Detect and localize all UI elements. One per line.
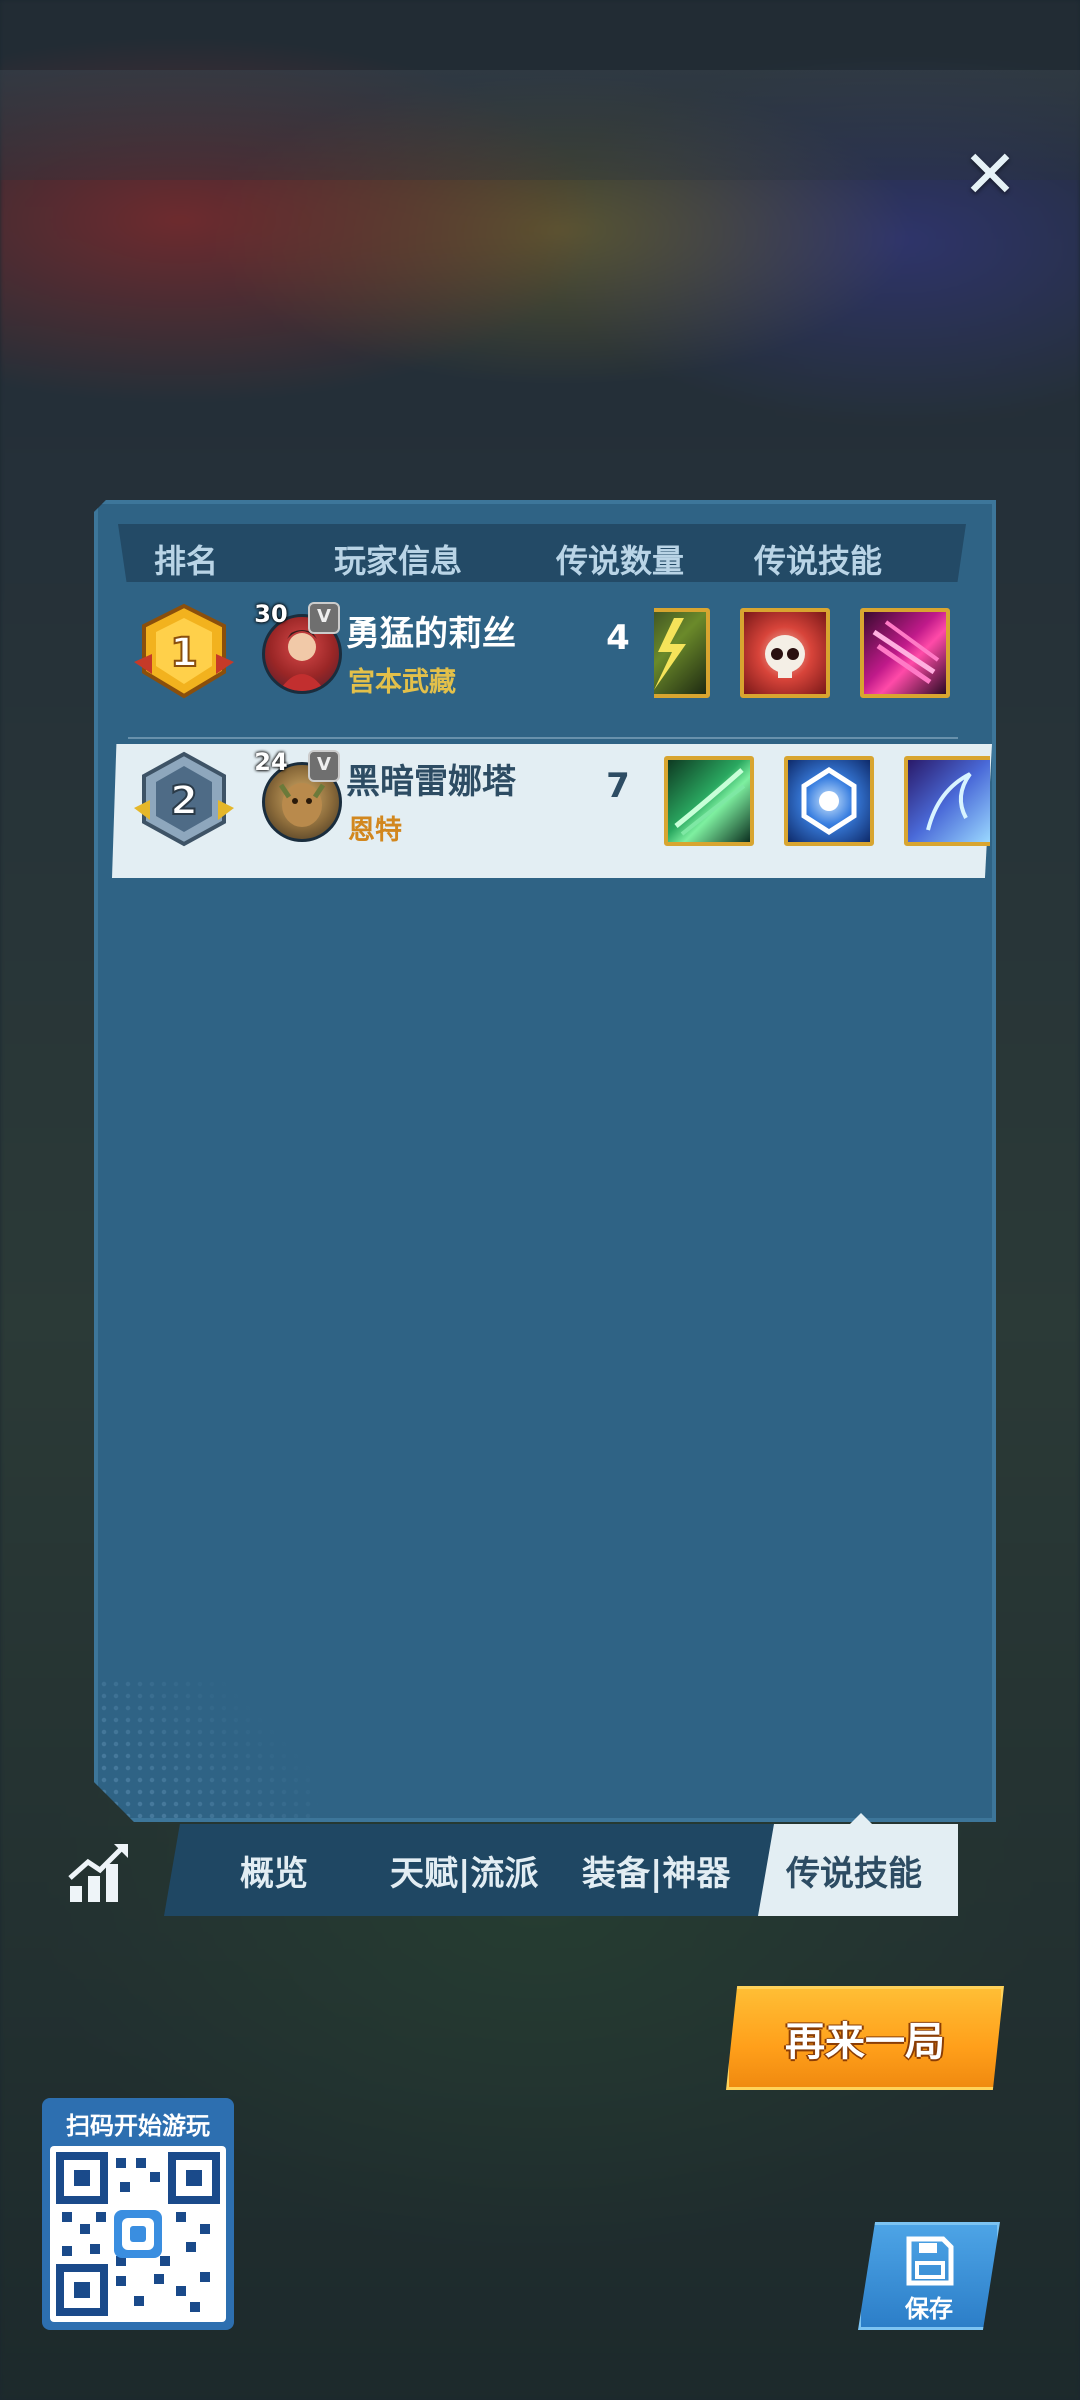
legend-count: 7 [606, 766, 630, 806]
shield-skill-icon[interactable] [784, 756, 874, 846]
tab-talent-school[interactable]: 天赋|流派 [390, 1846, 538, 1895]
play-again-button[interactable]: 再来一局 [726, 1986, 1004, 2090]
player-name: 黑暗雷娜塔 [346, 762, 516, 802]
blurred-top-bar [0, 70, 1080, 180]
save-button[interactable]: 保存 [858, 2222, 1000, 2330]
rank-number: 1 [170, 630, 198, 676]
ice-dragon-skill-icon[interactable] [904, 756, 990, 846]
tab-bar: 概览 天赋|流派 装备|神器 传说技能 [164, 1824, 958, 1916]
tab-overview[interactable]: 概览 [240, 1846, 308, 1895]
legend-skill-list [654, 756, 990, 856]
row-divider [128, 737, 958, 739]
qr-title: 扫码开始游玩 [66, 2112, 210, 2140]
header-legend-count: 传说数量 [556, 542, 685, 580]
tab-equipment-artifact[interactable]: 装备|神器 [582, 1846, 730, 1895]
tab-legend-skills[interactable]: 传说技能 [786, 1846, 922, 1895]
legend-count: 4 [606, 618, 630, 658]
vip-badge: V [308, 602, 340, 634]
panel-dot-pattern [98, 1678, 318, 1818]
skull-skill-icon[interactable] [740, 608, 830, 698]
rank-number: 2 [170, 778, 198, 824]
header-player-info: 玩家信息 [334, 542, 463, 580]
legend-skill-list [654, 608, 990, 708]
hero-name: 恩特 [348, 815, 402, 846]
lightning-skill-icon[interactable] [654, 608, 710, 698]
gold-rank-badge-icon: 1 [134, 602, 234, 702]
qr-code-card[interactable]: 扫码开始游玩 [42, 2098, 234, 2330]
active-tab-caret [850, 1813, 872, 1824]
table-row[interactable]: 1 30 V 勇猛的莉丝 宫本武藏 4 [98, 596, 1000, 736]
save-label: 保存 [905, 2295, 953, 2323]
results-panel: 排名 玩家信息 传说数量 传说技能 1 30 V 勇猛的莉丝 宫本武藏 4 2 … [94, 500, 996, 1822]
silver-rank-badge-icon: 2 [134, 750, 234, 850]
qr-code-icon [50, 2146, 226, 2322]
player-name: 勇猛的莉丝 [346, 614, 516, 654]
floppy-disk-icon [906, 2236, 954, 2286]
player-level: 24 [254, 748, 288, 776]
table-row[interactable]: 2 24 V 黑暗雷娜塔 恩特 7 [98, 744, 1000, 884]
wind-slash-skill-icon[interactable] [664, 756, 754, 846]
stats-chart-icon[interactable] [66, 1840, 132, 1906]
hero-name: 宫本武藏 [348, 667, 456, 698]
table-header: 排名 玩家信息 传说数量 传说技能 [118, 524, 966, 582]
claw-skill-icon[interactable] [860, 608, 950, 698]
header-legend-skills: 传说技能 [754, 542, 883, 580]
player-level: 30 [254, 600, 288, 628]
close-icon[interactable]: ✕ [955, 140, 1025, 210]
header-rank: 排名 [154, 542, 219, 580]
vip-badge: V [308, 750, 340, 782]
